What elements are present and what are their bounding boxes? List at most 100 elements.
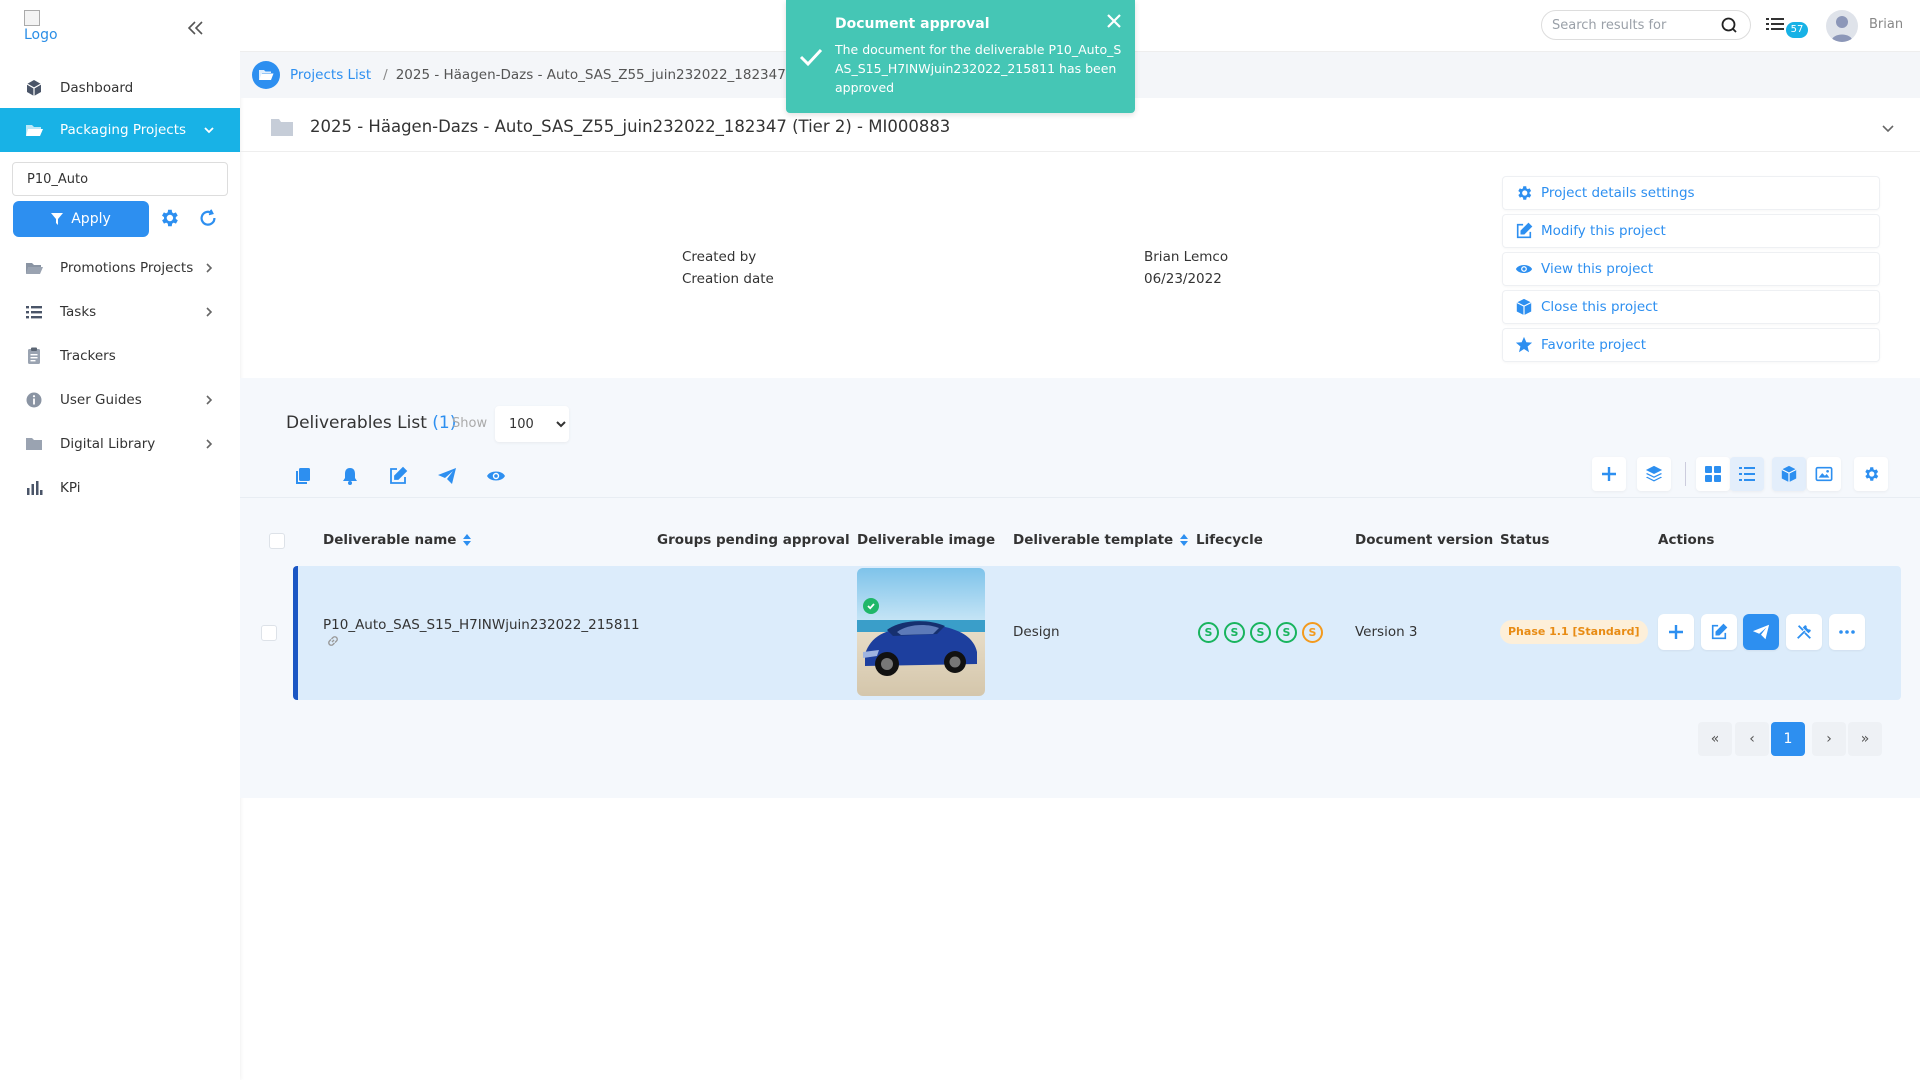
close-icon[interactable] — [1105, 12, 1123, 30]
deliverables-title-text: Deliverables List — [286, 413, 427, 433]
copy-icon[interactable] — [293, 466, 313, 486]
view-project-button[interactable]: View this project — [1502, 252, 1880, 286]
column-deliverable-name[interactable]: Deliverable name — [323, 532, 472, 548]
layers-icon[interactable] — [1637, 457, 1671, 491]
created-by-label: Created by — [682, 249, 757, 265]
user-name[interactable]: Brian — [1869, 17, 1903, 32]
sidebar-item-label: Packaging Projects — [60, 122, 187, 138]
sidebar-item-kpi[interactable]: KPi — [0, 466, 240, 510]
image-view-icon[interactable] — [1807, 457, 1841, 491]
check-icon — [798, 44, 824, 70]
toolbar-divider — [1685, 462, 1686, 486]
box-view-icon[interactable] — [1772, 457, 1806, 491]
star-icon — [1515, 336, 1533, 354]
document-version: Version 3 — [1355, 624, 1418, 640]
clipboard-icon — [24, 346, 44, 366]
send-icon[interactable] — [437, 466, 457, 486]
grid-view-icon[interactable] — [1696, 457, 1730, 491]
box-icon — [1515, 298, 1533, 316]
close-project-button[interactable]: Close this project — [1502, 290, 1880, 324]
chevron-right-icon — [202, 305, 216, 319]
sidebar-item-label: KPi — [60, 480, 81, 496]
project-details-settings-button[interactable]: Project details settings — [1502, 176, 1880, 210]
lifecycle-step-5[interactable]: S — [1302, 622, 1323, 643]
apply-filter-button[interactable]: Apply — [13, 201, 149, 237]
favorite-project-button[interactable]: Favorite project — [1502, 328, 1880, 362]
sidebar-item-packaging-projects[interactable]: Packaging Projects — [0, 108, 240, 152]
column-deliverable-template[interactable]: Deliverable template — [1013, 532, 1189, 548]
row-send-button[interactable] — [1743, 614, 1779, 650]
bell-icon[interactable] — [340, 466, 360, 486]
chevron-down-icon[interactable] — [1880, 120, 1896, 136]
action-label: Modify this project — [1541, 223, 1666, 239]
sidebar-item-promotions-projects[interactable]: Promotions Projects — [0, 246, 240, 290]
chevron-down-icon — [202, 123, 216, 137]
settings-gear-icon[interactable] — [1854, 457, 1888, 491]
sidebar-item-trackers[interactable]: Trackers — [0, 334, 240, 378]
page-size-select[interactable]: 100 — [495, 406, 569, 442]
column-label: Deliverable template — [1013, 532, 1174, 548]
row-checkbox[interactable] — [261, 625, 277, 641]
deliverable-name[interactable]: P10_Auto_SAS_S15_H7INWjuin232022_215811 — [323, 617, 640, 633]
broken-image-icon — [24, 10, 40, 26]
sidebar-item-dashboard[interactable]: Dashboard — [0, 66, 240, 110]
gear-icon[interactable] — [158, 207, 182, 231]
eye-icon[interactable] — [486, 466, 506, 486]
row-tools-button[interactable] — [1786, 614, 1822, 650]
sidebar-item-tasks[interactable]: Tasks — [0, 290, 240, 334]
deliverable-image[interactable] — [857, 568, 985, 696]
link-icon[interactable] — [327, 635, 339, 647]
folder-icon — [270, 116, 294, 138]
toast-message: The document for the deliverable P10_Aut… — [835, 42, 1122, 95]
modify-project-button[interactable]: Modify this project — [1502, 214, 1880, 248]
action-label: Favorite project — [1541, 337, 1647, 353]
row-add-button[interactable] — [1658, 614, 1694, 650]
project-title: 2025 - Häagen-Dazs - Auto_SAS_Z55_juin23… — [310, 117, 951, 136]
refresh-icon[interactable] — [197, 207, 221, 231]
logo[interactable]: Logo — [24, 10, 64, 46]
sidebar-item-label: Trackers — [60, 348, 116, 364]
task-list-icon[interactable] — [1766, 16, 1786, 34]
sidebar-item-digital-library[interactable]: Digital Library — [0, 422, 240, 466]
column-label: Deliverable name — [323, 532, 457, 548]
edit-icon — [1515, 222, 1533, 240]
creation-date-label: Creation date — [682, 271, 774, 287]
lifecycle-step-3[interactable]: S — [1250, 622, 1271, 643]
add-icon[interactable] — [1592, 457, 1626, 491]
column-document-version: Document version — [1355, 532, 1494, 548]
lifecycle-step-4[interactable]: S — [1276, 622, 1297, 643]
select-all-checkbox[interactable] — [269, 533, 285, 549]
status-badge: Phase 1.1 [Standard] — [1500, 620, 1648, 644]
apply-label: Apply — [71, 211, 111, 227]
approval-toast: Document approval The document for the d… — [786, 0, 1135, 113]
project-filter-input[interactable] — [12, 162, 228, 196]
column-actions: Actions — [1658, 532, 1715, 548]
search-icon[interactable] — [1720, 16, 1738, 34]
pagination-last[interactable]: » — [1848, 722, 1882, 756]
sidebar: Logo Dashboard Packaging Projects Apply … — [0, 0, 240, 1080]
breadcrumb-projects-list-link[interactable]: Projects List — [290, 67, 371, 83]
lifecycle-step-2[interactable]: S — [1224, 622, 1245, 643]
gear-icon — [1515, 184, 1533, 202]
pagination-page-1[interactable]: 1 — [1771, 722, 1805, 756]
collapse-sidebar-icon[interactable] — [184, 16, 208, 40]
avatar[interactable] — [1826, 10, 1858, 42]
row-edit-button[interactable] — [1701, 614, 1737, 650]
sidebar-item-label: Digital Library — [60, 436, 156, 452]
lifecycle-step-1[interactable]: S — [1198, 622, 1219, 643]
folder-open-icon — [24, 258, 44, 278]
list-view-icon[interactable] — [1730, 457, 1764, 491]
pagination-prev[interactable]: ‹ — [1735, 722, 1769, 756]
pagination-first[interactable]: « — [1698, 722, 1732, 756]
sidebar-item-user-guides[interactable]: User Guides — [0, 378, 240, 422]
edit-icon[interactable] — [388, 466, 408, 486]
sidebar-item-label: Promotions Projects — [60, 260, 194, 276]
chevron-right-icon — [202, 393, 216, 407]
bar-chart-icon — [24, 478, 44, 498]
deliverables-title: Deliverables List (1) — [286, 413, 456, 433]
toast-title: Document approval — [835, 16, 990, 32]
column-deliverable-image: Deliverable image — [857, 532, 996, 548]
creation-date-value: 06/23/2022 — [1144, 271, 1222, 287]
row-more-button[interactable] — [1829, 614, 1865, 650]
pagination-next[interactable]: › — [1812, 722, 1846, 756]
